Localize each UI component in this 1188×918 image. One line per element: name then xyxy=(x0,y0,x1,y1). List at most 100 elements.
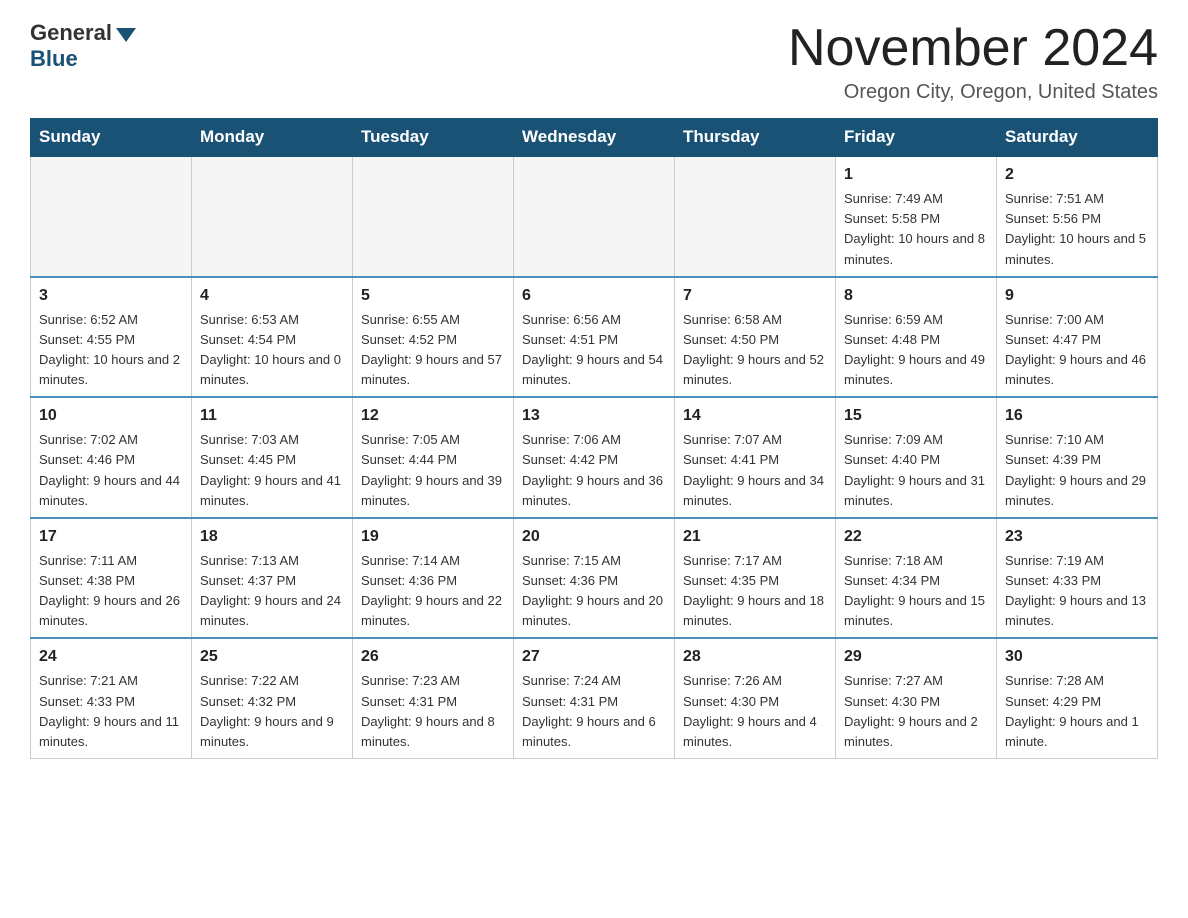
calendar-cell: 7Sunrise: 6:58 AM Sunset: 4:50 PM Daylig… xyxy=(675,277,836,398)
day-number: 3 xyxy=(39,284,183,308)
calendar-header-row: SundayMondayTuesdayWednesdayThursdayFrid… xyxy=(31,119,1158,157)
calendar-cell xyxy=(192,156,353,277)
calendar-cell: 30Sunrise: 7:28 AM Sunset: 4:29 PM Dayli… xyxy=(997,638,1158,758)
day-info: Sunrise: 6:59 AM Sunset: 4:48 PM Dayligh… xyxy=(844,310,988,391)
day-info: Sunrise: 7:28 AM Sunset: 4:29 PM Dayligh… xyxy=(1005,671,1149,752)
day-number: 5 xyxy=(361,284,505,308)
calendar-cell: 6Sunrise: 6:56 AM Sunset: 4:51 PM Daylig… xyxy=(514,277,675,398)
day-number: 14 xyxy=(683,404,827,428)
calendar-cell: 9Sunrise: 7:00 AM Sunset: 4:47 PM Daylig… xyxy=(997,277,1158,398)
calendar-cell: 3Sunrise: 6:52 AM Sunset: 4:55 PM Daylig… xyxy=(31,277,192,398)
calendar-cell: 16Sunrise: 7:10 AM Sunset: 4:39 PM Dayli… xyxy=(997,397,1158,518)
day-number: 8 xyxy=(844,284,988,308)
day-info: Sunrise: 6:55 AM Sunset: 4:52 PM Dayligh… xyxy=(361,310,505,391)
day-number: 25 xyxy=(200,645,344,669)
day-info: Sunrise: 7:03 AM Sunset: 4:45 PM Dayligh… xyxy=(200,430,344,511)
day-info: Sunrise: 7:19 AM Sunset: 4:33 PM Dayligh… xyxy=(1005,551,1149,632)
calendar-cell xyxy=(675,156,836,277)
location: Oregon City, Oregon, United States xyxy=(788,81,1158,104)
day-info: Sunrise: 7:10 AM Sunset: 4:39 PM Dayligh… xyxy=(1005,430,1149,511)
calendar-cell: 27Sunrise: 7:24 AM Sunset: 4:31 PM Dayli… xyxy=(514,638,675,758)
day-info: Sunrise: 7:13 AM Sunset: 4:37 PM Dayligh… xyxy=(200,551,344,632)
header-monday: Monday xyxy=(192,119,353,157)
calendar-cell: 1Sunrise: 7:49 AM Sunset: 5:58 PM Daylig… xyxy=(836,156,997,277)
day-info: Sunrise: 7:05 AM Sunset: 4:44 PM Dayligh… xyxy=(361,430,505,511)
calendar-cell: 15Sunrise: 7:09 AM Sunset: 4:40 PM Dayli… xyxy=(836,397,997,518)
calendar-cell: 4Sunrise: 6:53 AM Sunset: 4:54 PM Daylig… xyxy=(192,277,353,398)
title-block: November 2024 Oregon City, Oregon, Unite… xyxy=(788,20,1158,104)
day-number: 28 xyxy=(683,645,827,669)
day-number: 17 xyxy=(39,525,183,549)
day-info: Sunrise: 7:18 AM Sunset: 4:34 PM Dayligh… xyxy=(844,551,988,632)
day-number: 26 xyxy=(361,645,505,669)
day-number: 2 xyxy=(1005,163,1149,187)
day-number: 12 xyxy=(361,404,505,428)
day-info: Sunrise: 7:15 AM Sunset: 4:36 PM Dayligh… xyxy=(522,551,666,632)
day-number: 30 xyxy=(1005,645,1149,669)
logo-blue-text: Blue xyxy=(30,46,78,71)
calendar-cell: 26Sunrise: 7:23 AM Sunset: 4:31 PM Dayli… xyxy=(353,638,514,758)
calendar-cell: 24Sunrise: 7:21 AM Sunset: 4:33 PM Dayli… xyxy=(31,638,192,758)
day-info: Sunrise: 6:53 AM Sunset: 4:54 PM Dayligh… xyxy=(200,310,344,391)
calendar-week-2: 3Sunrise: 6:52 AM Sunset: 4:55 PM Daylig… xyxy=(31,277,1158,398)
day-info: Sunrise: 7:27 AM Sunset: 4:30 PM Dayligh… xyxy=(844,671,988,752)
calendar-cell: 29Sunrise: 7:27 AM Sunset: 4:30 PM Dayli… xyxy=(836,638,997,758)
calendar-table: SundayMondayTuesdayWednesdayThursdayFrid… xyxy=(30,118,1158,759)
day-number: 4 xyxy=(200,284,344,308)
calendar-cell: 11Sunrise: 7:03 AM Sunset: 4:45 PM Dayli… xyxy=(192,397,353,518)
day-number: 18 xyxy=(200,525,344,549)
calendar-week-1: 1Sunrise: 7:49 AM Sunset: 5:58 PM Daylig… xyxy=(31,156,1158,277)
calendar-cell: 22Sunrise: 7:18 AM Sunset: 4:34 PM Dayli… xyxy=(836,518,997,639)
calendar-cell: 2Sunrise: 7:51 AM Sunset: 5:56 PM Daylig… xyxy=(997,156,1158,277)
page-header: General Blue November 2024 Oregon City, … xyxy=(30,20,1158,104)
day-number: 21 xyxy=(683,525,827,549)
day-number: 24 xyxy=(39,645,183,669)
calendar-cell: 13Sunrise: 7:06 AM Sunset: 4:42 PM Dayli… xyxy=(514,397,675,518)
header-saturday: Saturday xyxy=(997,119,1158,157)
calendar-cell: 28Sunrise: 7:26 AM Sunset: 4:30 PM Dayli… xyxy=(675,638,836,758)
day-info: Sunrise: 6:56 AM Sunset: 4:51 PM Dayligh… xyxy=(522,310,666,391)
logo: General Blue xyxy=(30,20,136,72)
calendar-cell: 5Sunrise: 6:55 AM Sunset: 4:52 PM Daylig… xyxy=(353,277,514,398)
calendar-week-3: 10Sunrise: 7:02 AM Sunset: 4:46 PM Dayli… xyxy=(31,397,1158,518)
day-number: 29 xyxy=(844,645,988,669)
day-info: Sunrise: 7:51 AM Sunset: 5:56 PM Dayligh… xyxy=(1005,189,1149,270)
calendar-cell: 17Sunrise: 7:11 AM Sunset: 4:38 PM Dayli… xyxy=(31,518,192,639)
day-number: 20 xyxy=(522,525,666,549)
day-info: Sunrise: 7:21 AM Sunset: 4:33 PM Dayligh… xyxy=(39,671,183,752)
day-number: 13 xyxy=(522,404,666,428)
calendar-cell xyxy=(31,156,192,277)
header-friday: Friday xyxy=(836,119,997,157)
day-info: Sunrise: 7:00 AM Sunset: 4:47 PM Dayligh… xyxy=(1005,310,1149,391)
day-info: Sunrise: 7:07 AM Sunset: 4:41 PM Dayligh… xyxy=(683,430,827,511)
day-info: Sunrise: 7:49 AM Sunset: 5:58 PM Dayligh… xyxy=(844,189,988,270)
day-number: 27 xyxy=(522,645,666,669)
day-info: Sunrise: 7:02 AM Sunset: 4:46 PM Dayligh… xyxy=(39,430,183,511)
day-number: 10 xyxy=(39,404,183,428)
month-title: November 2024 xyxy=(788,20,1158,77)
day-info: Sunrise: 7:09 AM Sunset: 4:40 PM Dayligh… xyxy=(844,430,988,511)
day-number: 6 xyxy=(522,284,666,308)
day-info: Sunrise: 6:58 AM Sunset: 4:50 PM Dayligh… xyxy=(683,310,827,391)
header-tuesday: Tuesday xyxy=(353,119,514,157)
calendar-cell: 23Sunrise: 7:19 AM Sunset: 4:33 PM Dayli… xyxy=(997,518,1158,639)
calendar-cell: 21Sunrise: 7:17 AM Sunset: 4:35 PM Dayli… xyxy=(675,518,836,639)
day-info: Sunrise: 7:24 AM Sunset: 4:31 PM Dayligh… xyxy=(522,671,666,752)
calendar-cell: 12Sunrise: 7:05 AM Sunset: 4:44 PM Dayli… xyxy=(353,397,514,518)
day-number: 16 xyxy=(1005,404,1149,428)
day-info: Sunrise: 7:26 AM Sunset: 4:30 PM Dayligh… xyxy=(683,671,827,752)
logo-arrow-icon xyxy=(116,28,136,42)
header-thursday: Thursday xyxy=(675,119,836,157)
day-number: 11 xyxy=(200,404,344,428)
day-info: Sunrise: 7:06 AM Sunset: 4:42 PM Dayligh… xyxy=(522,430,666,511)
day-number: 1 xyxy=(844,163,988,187)
day-number: 19 xyxy=(361,525,505,549)
calendar-cell xyxy=(353,156,514,277)
day-info: Sunrise: 7:23 AM Sunset: 4:31 PM Dayligh… xyxy=(361,671,505,752)
calendar-cell: 19Sunrise: 7:14 AM Sunset: 4:36 PM Dayli… xyxy=(353,518,514,639)
calendar-cell: 18Sunrise: 7:13 AM Sunset: 4:37 PM Dayli… xyxy=(192,518,353,639)
calendar-cell: 10Sunrise: 7:02 AM Sunset: 4:46 PM Dayli… xyxy=(31,397,192,518)
calendar-cell xyxy=(514,156,675,277)
day-number: 15 xyxy=(844,404,988,428)
day-info: Sunrise: 7:11 AM Sunset: 4:38 PM Dayligh… xyxy=(39,551,183,632)
